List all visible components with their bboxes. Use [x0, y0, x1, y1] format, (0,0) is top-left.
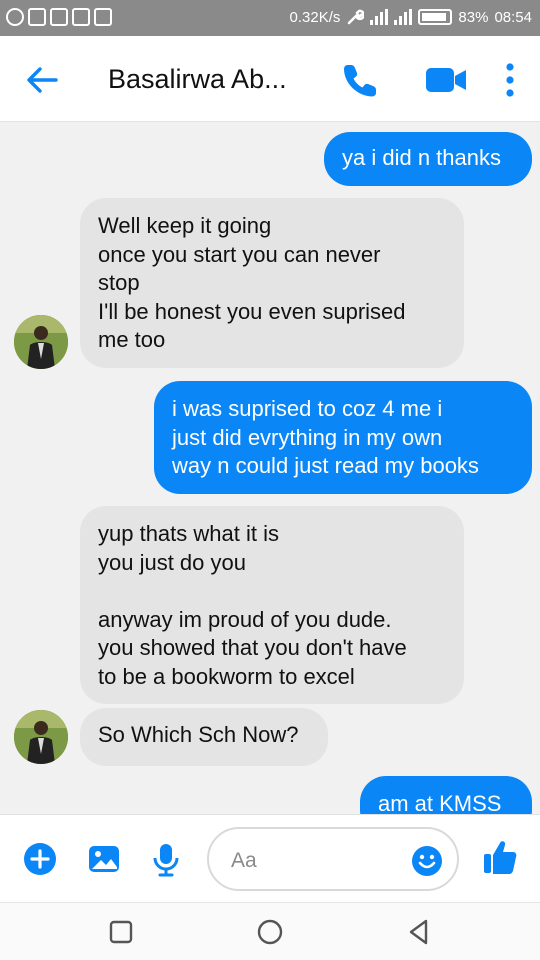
signal-icon-1: [370, 9, 389, 25]
home-icon[interactable]: [255, 917, 285, 947]
message-composer: Aa: [0, 814, 540, 902]
message-bubble-outgoing[interactable]: i was suprised to coz 4 me i just did ev…: [154, 381, 532, 494]
contact-avatar[interactable]: [14, 710, 68, 764]
smiley-icon[interactable]: [411, 845, 443, 877]
network-speed: 0.32K/s: [289, 8, 341, 26]
conversation-header: Basalirwa Ab...: [0, 36, 540, 122]
wrench-icon: [348, 9, 365, 25]
battery-icon: [418, 9, 453, 25]
image-icon[interactable]: [86, 841, 122, 877]
avatar-photo: [14, 710, 68, 764]
screenshot-icon: [28, 8, 46, 26]
phone-icon[interactable]: [340, 60, 380, 100]
video-camera-icon[interactable]: [424, 62, 468, 98]
notification-icons: [6, 8, 112, 26]
status-bar: 0.32K/s 83% 08:54: [0, 0, 540, 36]
microphone-icon[interactable]: [148, 841, 184, 877]
message-input-placeholder: Aa: [231, 849, 257, 872]
message-bubble-outgoing[interactable]: ya i did n thanks: [324, 132, 532, 186]
facebook-icon: [94, 8, 112, 26]
system-navigation-bar: [0, 902, 540, 960]
contact-name[interactable]: Basalirwa Ab...: [108, 64, 287, 95]
message-bubble-incoming[interactable]: So Which Sch Now?: [80, 708, 328, 766]
message-bubble-outgoing[interactable]: am at KMSS: [360, 776, 532, 814]
message-list[interactable]: ya i did n thanks Well keep it going onc…: [0, 122, 540, 814]
thumbs-up-icon[interactable]: [482, 837, 518, 877]
more-options-icon[interactable]: [498, 58, 522, 102]
message-input[interactable]: Aa: [207, 827, 459, 891]
plus-circle-icon[interactable]: [22, 841, 58, 877]
signal-icon-2: [394, 9, 413, 25]
back-icon[interactable]: [404, 917, 434, 947]
battery-percent: 83%: [458, 8, 489, 26]
avatar-photo: [14, 315, 68, 369]
message-bubble-incoming[interactable]: yup thats what it is you just do you any…: [80, 506, 464, 704]
message-bubble-incoming[interactable]: Well keep it going once you start you ca…: [80, 198, 464, 368]
mail-icon: [50, 8, 68, 26]
system-indicators: 0.32K/s 83% 08:54: [290, 8, 532, 26]
youtube-icon: [72, 8, 90, 26]
contact-avatar[interactable]: [14, 315, 68, 369]
clock: 08:54: [494, 8, 532, 26]
back-arrow-icon[interactable]: [22, 60, 62, 100]
whatsapp-icon: [6, 8, 24, 26]
recent-apps-icon[interactable]: [106, 917, 136, 947]
